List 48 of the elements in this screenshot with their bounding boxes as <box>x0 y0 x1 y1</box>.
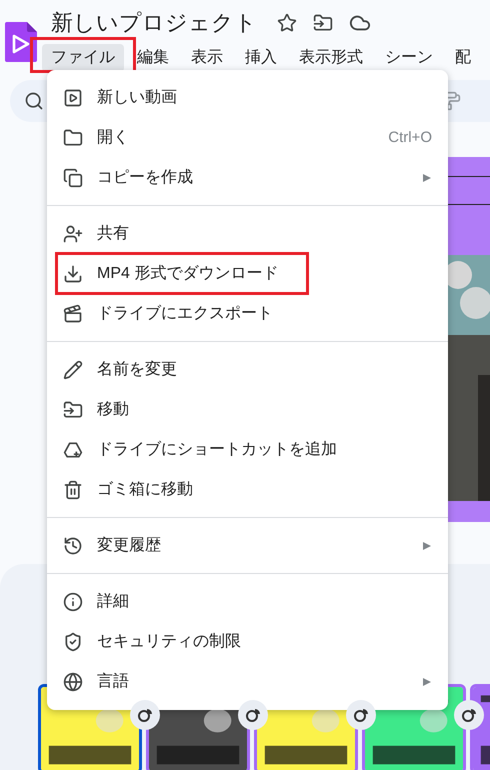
menu-item[interactable]: ゴミ箱に移動 <box>47 470 448 510</box>
clapperboard-icon <box>63 304 83 324</box>
menu-tab[interactable]: 配 <box>446 44 480 72</box>
star-icon[interactable] <box>277 13 297 33</box>
trash-icon <box>63 480 83 500</box>
folder-icon <box>63 128 83 148</box>
menu-tab[interactable]: 表示形式 <box>290 44 372 72</box>
menu-tab[interactable]: 編集 <box>128 44 178 72</box>
menu-item[interactable]: 名前を変更 <box>47 350 448 390</box>
menu-item[interactable]: ドライブにエクスポート <box>47 294 448 334</box>
transition-icon <box>245 707 261 723</box>
submenu-arrow-icon <box>422 677 432 687</box>
menu-item[interactable]: 変更履歴 <box>47 526 448 566</box>
menu-item[interactable]: 開く Ctrl+O <box>47 118 448 158</box>
play-icon <box>63 88 83 108</box>
transition-icon <box>353 707 369 723</box>
drive-add-icon <box>63 440 83 460</box>
menu-tab[interactable]: シーン <box>376 44 442 72</box>
menu-item[interactable]: 言語 <box>47 662 448 702</box>
submenu-arrow-icon <box>422 173 432 183</box>
project-title[interactable]: 新しいプロジェクト <box>51 9 257 37</box>
menu-item[interactable]: 移動 <box>47 390 448 430</box>
menu-item[interactable]: 詳細 <box>47 582 448 622</box>
pencil-icon <box>63 360 83 380</box>
person-add-icon <box>63 224 83 244</box>
menu-item[interactable]: MP4 形式でダウンロード <box>47 254 448 294</box>
transition-icon <box>461 707 477 723</box>
folder-move-icon[interactable] <box>313 13 333 33</box>
menu-tab[interactable]: ファイル <box>42 44 124 72</box>
folder-move-icon <box>63 400 83 420</box>
globe-icon <box>63 672 83 692</box>
menu-item[interactable]: 新しい動画 <box>47 78 448 118</box>
submenu-arrow-icon <box>422 541 432 551</box>
transition-icon <box>137 707 153 723</box>
menu-tab[interactable]: 挿入 <box>236 44 286 72</box>
shield-icon <box>63 632 83 652</box>
menu-item[interactable]: 共有 <box>47 214 448 254</box>
menu-item[interactable]: ドライブにショートカットを追加 <box>47 430 448 470</box>
copy-icon <box>63 168 83 188</box>
app-logo-icon[interactable] <box>5 22 37 62</box>
shortcut-label: Ctrl+O <box>388 128 432 148</box>
info-icon <box>63 592 83 612</box>
download-icon <box>63 264 83 284</box>
menu-item[interactable]: セキュリティの制限 <box>47 622 448 662</box>
history-icon <box>63 536 83 556</box>
menu-item[interactable]: コピーを作成 <box>47 158 448 198</box>
menu-tab[interactable]: 表示 <box>182 44 232 72</box>
search-icon[interactable] <box>24 91 44 111</box>
